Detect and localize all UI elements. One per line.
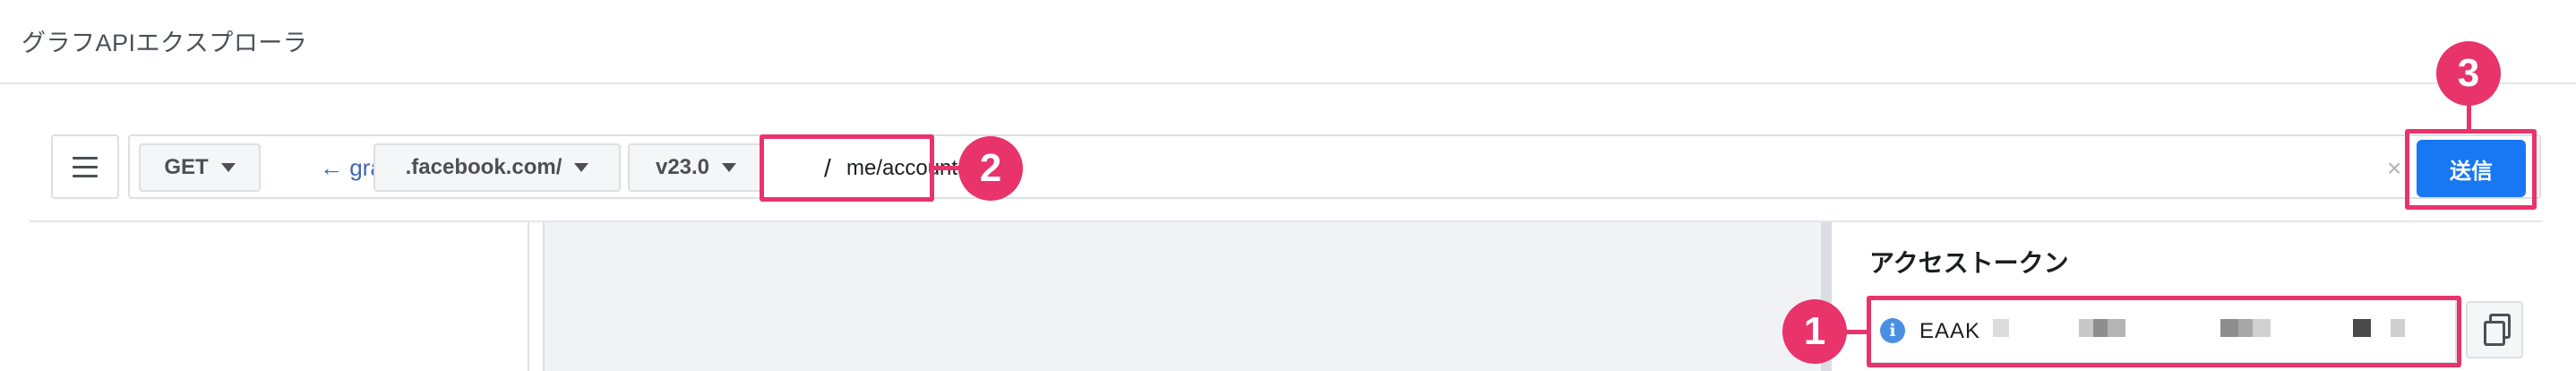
access-token-heading: アクセストークン <box>1869 249 2069 277</box>
version-label: v23.0 <box>655 155 710 179</box>
version-dropdown[interactable]: v23.0 <box>628 143 764 192</box>
callout-connector <box>932 166 961 170</box>
dropdown-caret-icon <box>574 163 589 172</box>
left-panel-border <box>528 222 529 371</box>
callout-3: 3 <box>2436 41 2501 106</box>
domain-dropdown[interactable]: .facebook.com/ <box>374 143 621 192</box>
editor-pane <box>543 222 1821 371</box>
menu-button[interactable] <box>51 134 119 199</box>
dropdown-caret-icon <box>722 163 737 172</box>
callout-1: 1 <box>1782 299 1847 364</box>
dropdown-caret-icon <box>220 163 236 172</box>
query-bar: GET ← graph. .facebook.com/ v23.0 / me/a… <box>128 134 2541 199</box>
method-label: GET <box>164 155 209 179</box>
query-toolbar: GET ← graph. .facebook.com/ v23.0 / me/a… <box>51 134 2541 203</box>
callout-connector <box>1845 330 1870 334</box>
highlight-token <box>1867 296 2461 367</box>
highlight-path <box>760 134 934 202</box>
clear-icon[interactable]: × <box>2387 154 2401 183</box>
app-header: グラフAPIエクスプローラ <box>0 0 2576 84</box>
callout-2: 2 <box>958 136 1023 201</box>
copy-token-button[interactable] <box>2466 301 2523 358</box>
method-dropdown[interactable]: GET <box>139 143 261 192</box>
highlight-submit <box>2405 129 2537 210</box>
domain-label: .facebook.com/ <box>405 155 562 179</box>
callout-connector <box>2467 104 2471 131</box>
menu-icon <box>73 156 98 160</box>
app-title: グラフAPIエクスプローラ <box>21 30 308 56</box>
